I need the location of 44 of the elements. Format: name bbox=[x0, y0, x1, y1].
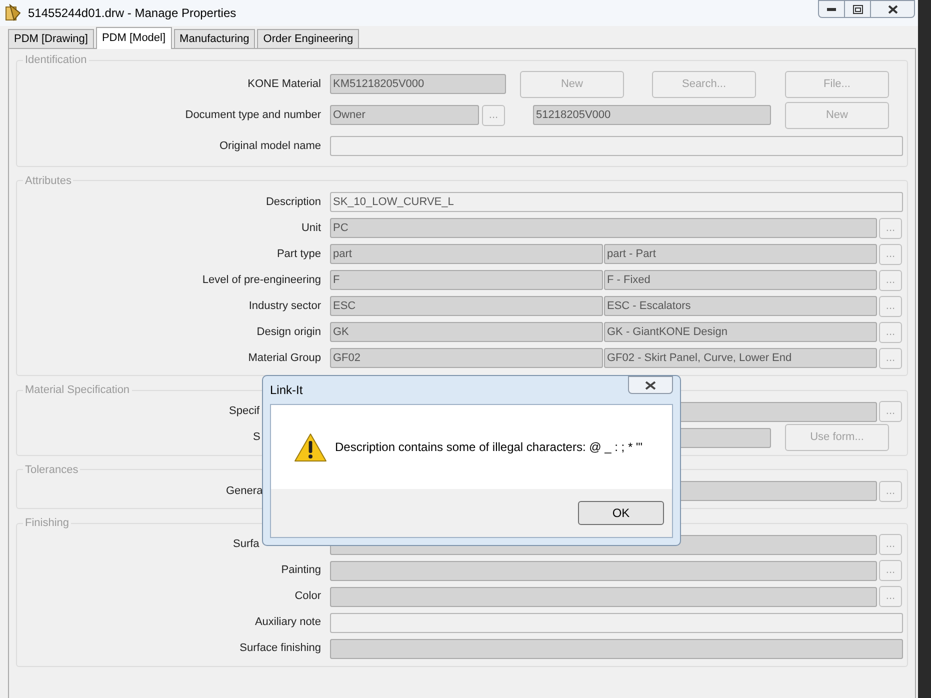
field-label: Original model name bbox=[218, 138, 321, 154]
field-label: Part type bbox=[276, 246, 321, 262]
maximize-button[interactable] bbox=[845, 0, 871, 18]
ok-button[interactable]: OK bbox=[578, 501, 664, 525]
field-label: Auxiliary note bbox=[254, 615, 321, 630]
field-label: Material Group bbox=[247, 350, 321, 366]
close-button[interactable] bbox=[871, 0, 915, 18]
window-title: 51455244d01.drw - Manage Properties bbox=[28, 5, 236, 22]
restore-icon bbox=[852, 4, 862, 14]
field-label: KONE Material bbox=[246, 76, 321, 92]
section-title: Finishing bbox=[24, 516, 70, 531]
field-label: Surfa bbox=[232, 537, 260, 552]
dialog-message: Description contains some of illegal characters: @ _ : ; * "' bbox=[335, 439, 643, 456]
field-label: Document type and number bbox=[184, 108, 321, 123]
section-title: Attributes bbox=[24, 174, 72, 188]
field-label: S bbox=[252, 430, 262, 446]
field-label: Painting bbox=[280, 563, 321, 578]
field-label: Specif bbox=[228, 404, 261, 420]
field-label: Industry sector bbox=[248, 298, 321, 314]
input-field[interactable] bbox=[330, 136, 903, 156]
minimize-icon bbox=[827, 8, 836, 10]
field-label: Level of pre-engineering bbox=[201, 272, 321, 288]
field-label: Design origin bbox=[256, 324, 321, 340]
tab[interactable]: PDM [Model] bbox=[96, 27, 172, 49]
tab[interactable]: Order Engineering bbox=[257, 29, 360, 48]
app-icon bbox=[4, 4, 22, 22]
field-label: Color bbox=[294, 589, 321, 604]
field-label: Genera bbox=[225, 484, 264, 499]
dialog-title: Link-It bbox=[270, 382, 303, 399]
tab[interactable]: Manufacturing bbox=[174, 29, 256, 48]
input-field[interactable]: SK_10_LOW_CURVE_L bbox=[330, 192, 903, 212]
close-icon bbox=[645, 380, 656, 390]
close-icon bbox=[888, 4, 898, 14]
section-title: Identification bbox=[24, 53, 88, 68]
field-label: Unit bbox=[300, 220, 321, 236]
close-button[interactable] bbox=[628, 376, 673, 394]
warning-icon bbox=[294, 432, 327, 462]
section-title: Tolerances bbox=[24, 462, 80, 478]
minimize-button[interactable] bbox=[818, 0, 845, 18]
input-field[interactable] bbox=[330, 612, 903, 632]
section-title: Material Specification bbox=[24, 383, 131, 398]
field-label: Description bbox=[264, 194, 321, 210]
field-label: Surface finishing bbox=[238, 641, 321, 656]
tab[interactable]: PDM [Drawing] bbox=[8, 29, 94, 48]
